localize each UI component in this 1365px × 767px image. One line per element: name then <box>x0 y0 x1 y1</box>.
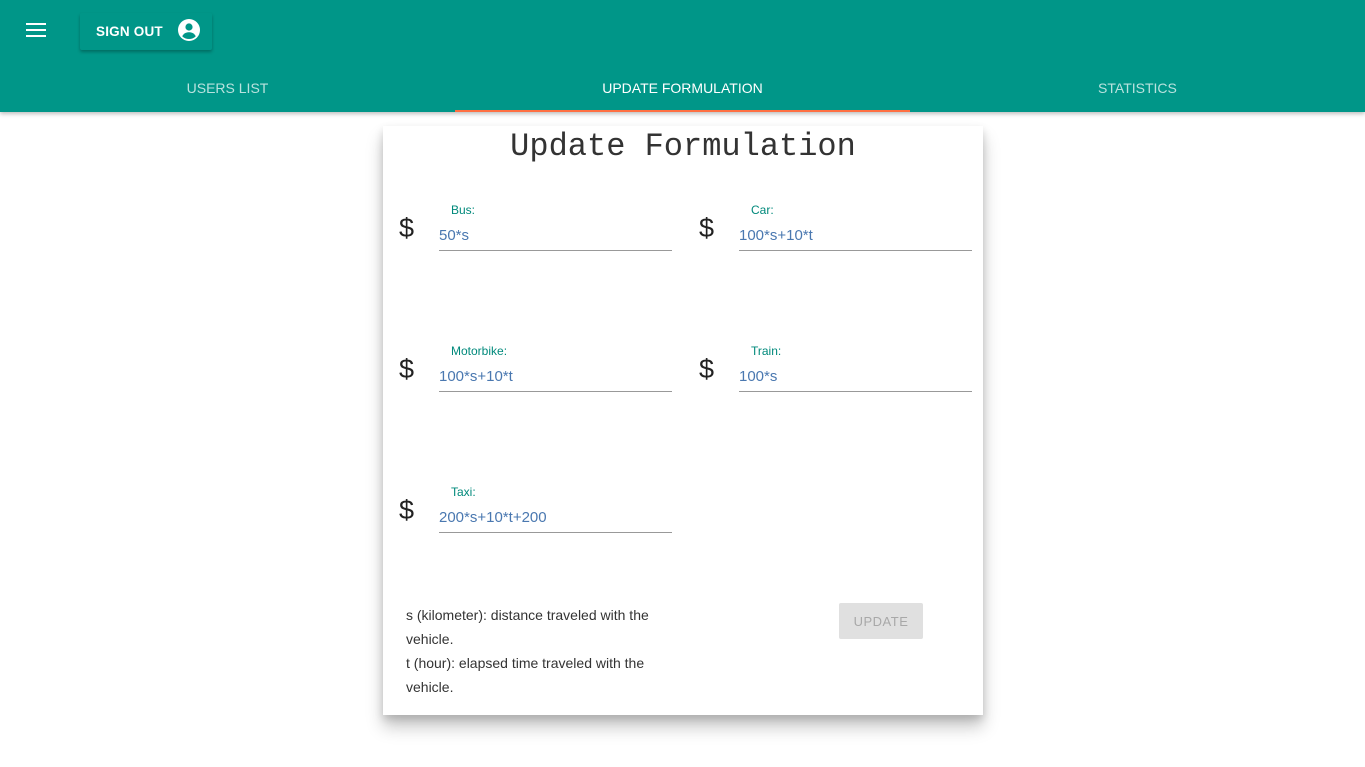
motorbike-field: $ Motorbike: <box>383 340 673 410</box>
update-button[interactable]: UPDATE <box>839 603 923 639</box>
sign-out-button[interactable]: SIGN OUT <box>80 13 212 50</box>
tab-update-formulation[interactable]: UPDATE FORMULATION <box>454 64 910 112</box>
dollar-icon: $ <box>399 495 415 525</box>
bus-input[interactable] <box>439 221 672 251</box>
dollar-icon: $ <box>399 213 415 243</box>
motorbike-input[interactable] <box>439 362 672 392</box>
menu-button[interactable] <box>20 16 52 48</box>
train-field: $ Train: <box>683 340 973 410</box>
page-title: Update Formulation <box>510 128 856 165</box>
dollar-icon: $ <box>699 213 715 243</box>
app-toolbar: SIGN OUT USERS LIST UPDATE FORMULATION S… <box>0 0 1365 112</box>
variable-legend: s (kilometer): distance traveled with th… <box>406 603 666 699</box>
dollar-icon: $ <box>699 354 715 384</box>
tab-users-list[interactable]: USERS LIST <box>0 64 455 112</box>
bus-field: $ Bus: <box>383 199 673 269</box>
menu-icon <box>26 22 46 42</box>
legend-t: t (hour): elapsed time traveled with the… <box>406 655 645 695</box>
update-formulation-card: Update Formulation $ Bus: $ Car: $ Motor… <box>383 126 983 715</box>
car-label: Car: <box>751 203 774 217</box>
tab-statistics[interactable]: STATISTICS <box>910 64 1365 112</box>
taxi-input[interactable] <box>439 503 672 533</box>
taxi-field: $ Taxi: <box>383 481 673 551</box>
sign-out-label: SIGN OUT <box>96 24 163 39</box>
car-input[interactable] <box>739 221 972 251</box>
nav-tabs: USERS LIST UPDATE FORMULATION STATISTICS <box>0 64 1365 112</box>
account-circle-icon <box>177 18 201 45</box>
taxi-label: Taxi: <box>451 485 476 499</box>
bus-label: Bus: <box>451 203 476 217</box>
legend-s: s (kilometer): distance traveled with th… <box>406 607 649 647</box>
train-input[interactable] <box>739 362 972 392</box>
car-field: $ Car: <box>683 199 973 269</box>
motorbike-label: Motorbike: <box>451 344 508 358</box>
dollar-icon: $ <box>399 354 415 384</box>
train-label: Train: <box>751 344 782 358</box>
